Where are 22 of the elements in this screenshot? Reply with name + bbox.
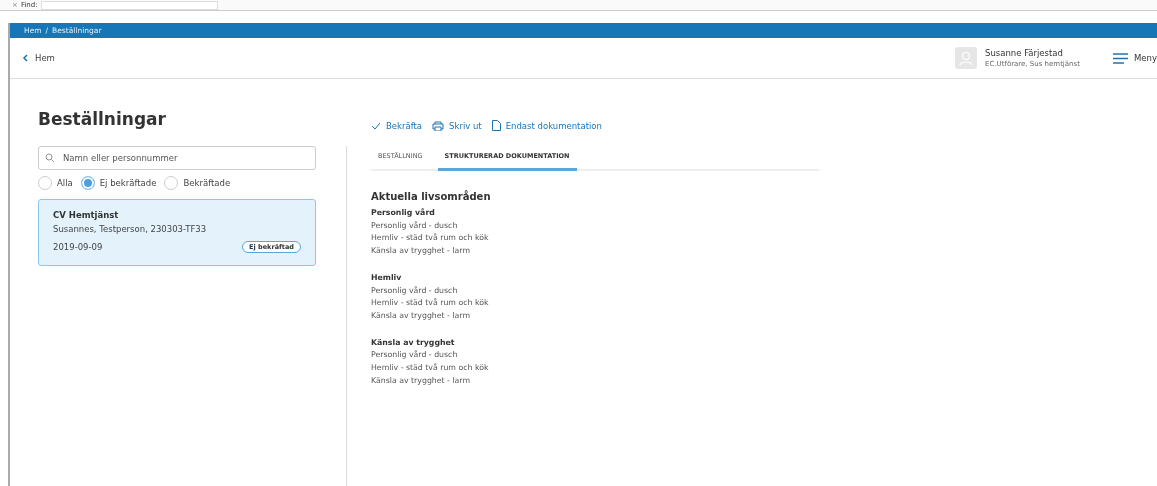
search-field[interactable]: Namn eller personnummer <box>38 146 316 170</box>
filter-radio[interactable]: Alla <box>38 176 73 190</box>
filter-radio[interactable]: Ej bekräftade <box>80 176 157 190</box>
document-action[interactable]: Endast dokumentation <box>491 120 602 131</box>
order-person: Susannes, Testperson, 230303-TF33 <box>53 224 208 234</box>
user-name: Susanne Färjestad <box>985 48 1064 58</box>
section-title: Aktuella livsområden <box>371 191 492 202</box>
order-date: 2019-09-09 <box>53 242 103 252</box>
document-icon <box>491 120 501 131</box>
back-link[interactable]: Hem <box>22 53 55 63</box>
menu-button[interactable]: Meny <box>1103 52 1157 64</box>
print-action[interactable]: Skriv ut <box>432 120 482 131</box>
check-icon <box>371 121 381 130</box>
avatar-icon <box>955 47 977 69</box>
page-title: Beställningar <box>38 109 166 129</box>
chevron-left-icon <box>22 54 28 62</box>
find-field[interactable] <box>40 0 218 10</box>
menu-icon <box>1113 52 1128 64</box>
printer-icon <box>432 120 445 131</box>
order-title: CV Hemtjänst <box>53 210 120 220</box>
filter-radio[interactable]: Bekräftade <box>164 176 231 190</box>
check-action[interactable]: Bekräfta <box>371 120 423 131</box>
